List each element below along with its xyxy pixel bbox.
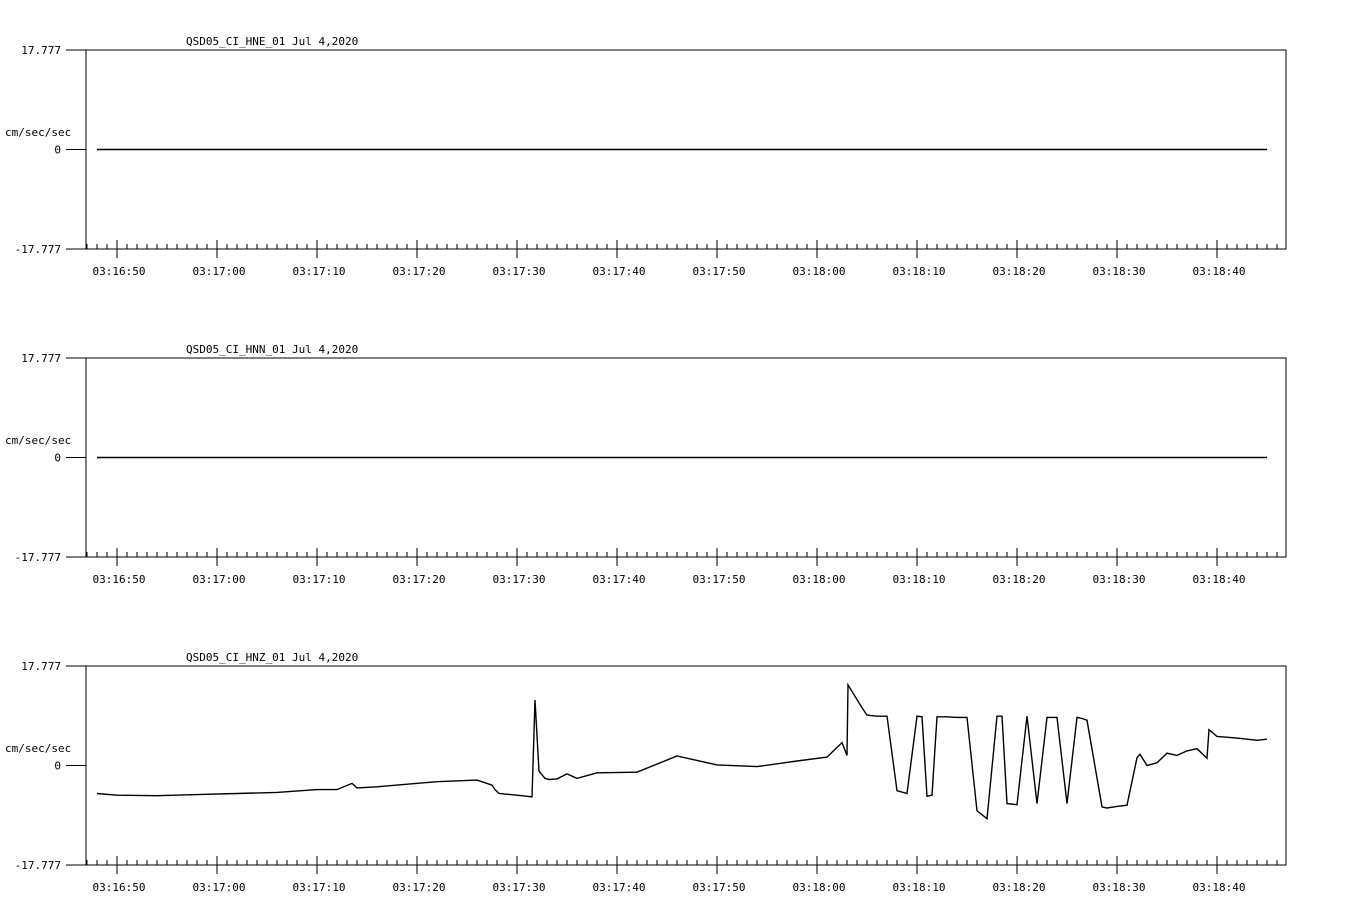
chart-title: QSD05_CI_HNZ_01 Jul 4,2020 [186,651,358,664]
x-tick-label: 03:18:00 [793,881,846,894]
x-tick-label: 03:18:10 [893,265,946,278]
x-tick-label: 03:17:50 [693,573,746,586]
y-axis-label: cm/sec/sec [5,434,71,447]
x-tick-label: 03:17:20 [393,265,446,278]
x-tick-label: 03:18:20 [993,573,1046,586]
x-tick-label: 03:17:30 [493,265,546,278]
x-tick-label: 03:17:20 [393,881,446,894]
x-tick-label: 03:17:00 [193,881,246,894]
x-tick-label: 03:18:20 [993,881,1046,894]
x-tick-label: 03:17:20 [393,573,446,586]
x-tick-label: 03:17:50 [693,881,746,894]
x-tick-label: 03:17:10 [293,881,346,894]
x-tick-label: 03:18:40 [1193,265,1246,278]
x-tick-label: 03:17:40 [593,573,646,586]
x-tick-label: 03:17:10 [293,573,346,586]
x-tick-label: 03:18:00 [793,573,846,586]
x-tick-label: 03:17:40 [593,881,646,894]
x-tick-label: 03:18:30 [1093,265,1146,278]
chart-panel-1: QSD05_CI_HNE_01 Jul 4,2020 cm/sec/sec 17.7… [5,35,1287,278]
y-tick-label: 0 [54,452,61,465]
y-tick-label: -17.777 [15,551,61,564]
chart-panel-2: QSD05_CI_HNN_01 Jul 4,2020 cm/sec/sec 17.7… [5,343,1287,586]
y-tick-label: -17.777 [15,859,61,872]
x-tick-label: 03:18:30 [1093,881,1146,894]
y-tick-label: 17.777 [21,44,61,57]
x-tick-label: 03:18:20 [993,265,1046,278]
x-tick-label: 03:17:30 [493,881,546,894]
y-tick-label: 17.777 [21,660,61,673]
x-tick-label: 03:18:10 [893,573,946,586]
y-axis-label: cm/sec/sec [5,742,71,755]
y-axis-label: cm/sec/sec [5,126,71,139]
chart-title: QSD05_CI_HNN_01 Jul 4,2020 [186,343,358,356]
x-tick-label: 03:18:40 [1193,573,1246,586]
x-tick-label: 03:18:10 [893,881,946,894]
x-tick-label: 03:17:40 [593,265,646,278]
y-tick-label: 17.777 [21,352,61,365]
x-tick-label: 03:16:50 [93,573,146,586]
x-tick-label: 03:16:50 [93,881,146,894]
y-tick-label: 0 [54,760,61,773]
x-tick-label: 03:17:50 [693,265,746,278]
x-tick-label: 03:17:30 [493,573,546,586]
x-tick-label: 03:18:00 [793,265,846,278]
y-tick-label: -17.777 [15,243,61,256]
x-tick-label: 03:17:10 [293,265,346,278]
x-tick-label: 03:18:30 [1093,573,1146,586]
series-1-trace [96,682,1268,821]
y-tick-label: 0 [54,144,61,157]
seismogram-figure: QSD05_CI_HNE_01 Jul 4,2020 cm/sec/sec 17.7… [5,35,1287,894]
x-tick-label: 03:18:40 [1193,881,1246,894]
plot-frame [85,665,1287,866]
chart-panel-3: QSD05_CI_HNZ_01 Jul 4,2020 cm/sec/sec 17.7… [5,651,1287,894]
chart-title: QSD05_CI_HNE_01 Jul 4,2020 [186,35,358,48]
x-tick-label: 03:17:00 [193,573,246,586]
x-tick-label: 03:17:00 [193,265,246,278]
x-tick-label: 03:16:50 [93,265,146,278]
